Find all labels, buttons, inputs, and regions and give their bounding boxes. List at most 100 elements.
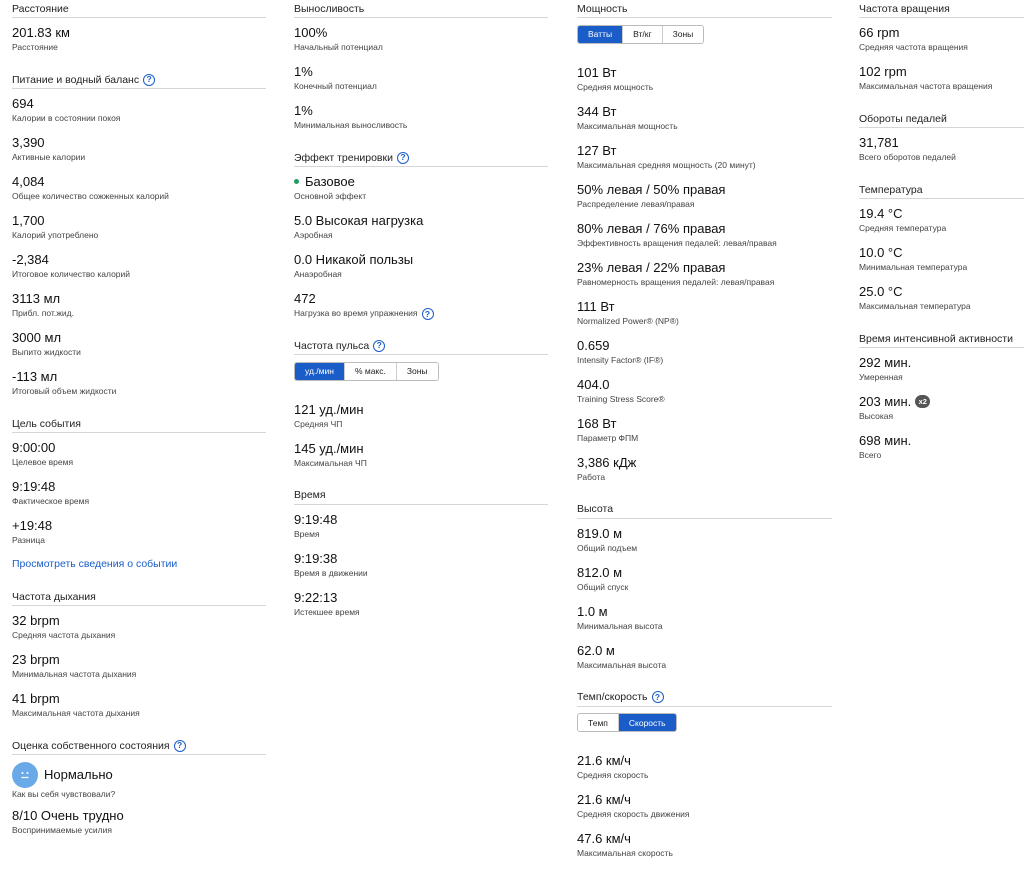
stat: 111 Вт Normalized Power® (NP®) <box>577 298 832 337</box>
stat: 23% левая / 22% правая Равномерность вращ… <box>577 259 832 298</box>
nutrition-section: Питание и водный баланс ? 694 Калории в с… <box>12 71 266 407</box>
toggle-zones[interactable]: Зоны <box>661 25 704 43</box>
toggle-speed[interactable]: Скорость <box>617 714 676 731</box>
section-header: Питание и водный баланс ? <box>12 71 266 89</box>
stat-value: 41 brpm <box>12 691 60 706</box>
column-2: Выносливость 100% Начальный потенциал 1% К… <box>294 0 548 636</box>
stat: 47.6 км/ч Максимальная скорость <box>577 830 832 869</box>
stat-value: 1.0 м <box>577 603 608 619</box>
stat-label: Прибл. пот.жид. <box>12 308 74 318</box>
stat-label: Высокая <box>859 411 894 421</box>
help-icon[interactable]: ? <box>143 73 156 86</box>
stat: 9:22:13 Истекшее время <box>294 589 548 628</box>
stat-value: 1,700 <box>12 213 45 228</box>
stat-value: 203 мин. <box>859 394 912 409</box>
stat: 102 rpm Максимальная частота вращения <box>859 63 1024 102</box>
toggle-watts[interactable]: Ватты <box>578 25 623 43</box>
stat: 0.0 Никакой пользы Анаэробная <box>294 251 548 290</box>
view-event-details-link[interactable]: Просмотреть сведения о событии <box>12 556 266 580</box>
stat-label: Аэробная <box>294 230 333 240</box>
stat: 472 Нагрузка во время упражнения? <box>294 290 548 329</box>
stat-label: Средняя скорость <box>577 770 649 780</box>
column-3: Мощность Ватты Вт/кг Зоны 101 Вт Средняя … <box>577 0 832 869</box>
section-title: Выносливость <box>294 0 548 18</box>
neutral-face-icon <box>12 761 38 788</box>
stat-value: -2,384 <box>12 252 49 267</box>
section-title: Высота <box>577 501 832 519</box>
respiration-section: Частота дыхания 32 brpm Средняя частота д… <box>12 588 266 729</box>
stat-value: 812.0 м <box>577 564 623 580</box>
stat: 3,390 Активные калории <box>12 134 266 173</box>
help-icon[interactable]: ? <box>421 307 434 320</box>
stat: 62.0 м Максимальная высота <box>577 642 832 681</box>
stat: 698 мин. Всего <box>859 432 1024 471</box>
stat-label: Максимальная частота дыхания <box>12 708 140 718</box>
stat-value-row: 203 мин. x2 <box>859 393 1024 410</box>
stat-label: Расстояние <box>12 42 58 52</box>
stat-label: Равномерность вращения педалей: левая/пр… <box>577 276 775 287</box>
stat-value: 1% <box>294 64 313 79</box>
stat-label: Активные калории <box>12 152 86 162</box>
help-icon[interactable]: ? <box>651 691 664 703</box>
toggle-zones[interactable]: Зоны <box>395 362 438 380</box>
stat-label: Нагрузка во время упражнения <box>294 308 418 318</box>
toggle-bpm[interactable]: уд./мин <box>295 362 344 380</box>
stat: 100% Начальный потенциал <box>294 24 548 63</box>
column-4: Частота вращения 66 rpm Средняя частота в… <box>859 0 1024 479</box>
stat: 121 уд./мин Средняя ЧП <box>294 401 548 440</box>
stat-value: 3000 мл <box>12 330 62 345</box>
toggle-pace[interactable]: Темп <box>578 714 618 731</box>
stat: 3,386 кДж Работа <box>577 454 832 493</box>
stat: 8/10 Очень трудно Воспринимаемые усилия <box>12 807 266 846</box>
stat-label: Распределение левая/правая <box>577 198 695 209</box>
help-icon[interactable]: ? <box>396 151 409 164</box>
section-title: Питание и водный баланс <box>12 73 140 86</box>
stat-label: Максимальная скорость <box>577 848 673 858</box>
stat-value: 0.659 <box>577 337 610 353</box>
help-icon[interactable]: ? <box>373 339 386 352</box>
stat-value: 9:00:00 <box>12 440 56 455</box>
stat-value: 31,781 <box>859 135 899 150</box>
stat-label: Время в движении <box>294 567 368 578</box>
stat-value: 66 rpm <box>859 25 900 40</box>
heart-rate-unit-toggle: уд./мин % макс. Зоны <box>294 361 439 381</box>
section-title: Эффект тренировки <box>294 151 393 164</box>
stat-label: Параметр ФПМ <box>577 432 639 443</box>
stat: 21.6 км/ч Средняя скорость движения <box>577 791 832 830</box>
section-title: Частота дыхания <box>12 588 266 606</box>
toggle-percent-max[interactable]: % макс. <box>343 362 396 380</box>
section-title: Оценка собственного состояния <box>12 739 170 752</box>
stat-label: Умеренная <box>859 372 903 382</box>
stat-value: 10.0 °C <box>859 245 903 260</box>
stat-value: 292 мин. <box>859 355 912 370</box>
stat-value: 102 rpm <box>859 64 907 79</box>
stat-value: 1% <box>294 103 313 118</box>
stat-value: 111 Вт <box>577 298 615 314</box>
stat-label: Intensity Factor® (IF®) <box>577 354 664 365</box>
stat-label: Normalized Power® (NP®) <box>577 315 679 326</box>
stat: -2,384 Итоговое количество калорий <box>12 251 266 290</box>
stat-value: 9:19:48 <box>12 479 56 494</box>
stat-value: 3,390 <box>12 135 45 150</box>
stat-value: 9:19:48 <box>294 511 338 527</box>
stat: +19:48 Разница <box>12 517 266 556</box>
toggle-watts-per-kg[interactable]: Вт/кг <box>622 25 662 43</box>
stat: 25.0 °C Максимальная температура <box>859 283 1024 322</box>
stat: 344 Вт Максимальная мощность <box>577 103 832 142</box>
stat-label: Общее количество сожженных калорий <box>12 191 169 201</box>
elevation-section: Высота 819.0 м Общий подъем 812.0 м Общий … <box>577 501 832 681</box>
stat-label: Минимальная частота дыхания <box>12 669 137 679</box>
stat: 21.6 км/ч Средняя скорость <box>577 752 832 791</box>
stat-label: Максимальная высота <box>577 659 667 670</box>
stat: Базовое Основной эффект <box>294 173 548 212</box>
stat-value: 145 уд./мин <box>294 440 364 456</box>
help-icon[interactable]: ? <box>173 739 186 752</box>
stat-value: 127 Вт <box>577 142 617 158</box>
stat-value: 698 мин. <box>859 433 912 448</box>
stat-value: -113 мл <box>12 369 58 384</box>
stat: 101 Вт Средняя мощность <box>577 64 832 103</box>
stat: 3113 мл Прибл. пот.жид. <box>12 290 266 329</box>
section-header: Оценка собственного состояния ? <box>12 737 266 755</box>
stat-value: 32 brpm <box>12 613 60 628</box>
stat-label: Минимальная выносливость <box>294 120 408 130</box>
